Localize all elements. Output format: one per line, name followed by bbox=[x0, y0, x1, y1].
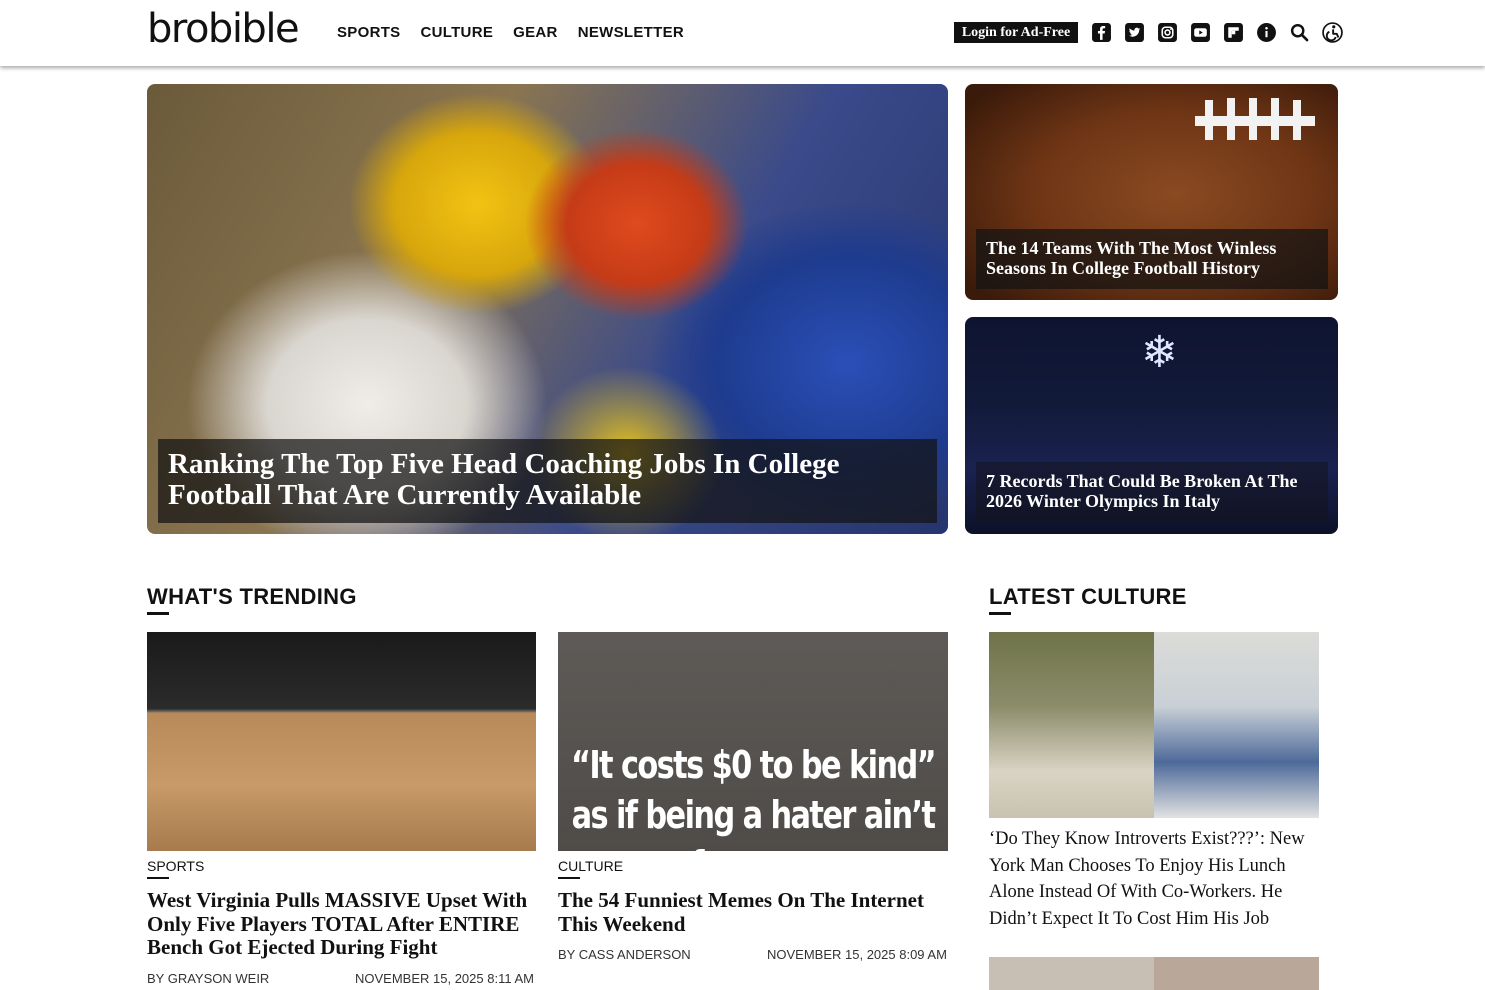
site-logo[interactable]: brobible bbox=[147, 6, 300, 52]
latest-culture-article-1-image[interactable] bbox=[989, 632, 1319, 818]
latest-culture-title-underline bbox=[989, 612, 1011, 615]
trending-article-1-author[interactable]: BY GRAYSON WEIR bbox=[147, 971, 269, 986]
login-ad-free-button[interactable]: Login for Ad-Free bbox=[954, 22, 1078, 43]
social-icons bbox=[1090, 21, 1344, 44]
hero-side-1-title[interactable]: The 14 Teams With The Most Winless Seaso… bbox=[976, 229, 1328, 289]
trending-title-underline bbox=[147, 612, 169, 615]
accessibility-icon[interactable] bbox=[1321, 21, 1344, 44]
trending-article-1-image[interactable] bbox=[147, 632, 536, 851]
nav-gear[interactable]: GEAR bbox=[513, 24, 558, 41]
trending-article-2-headline[interactable]: The 54 Funniest Memes On The Internet Th… bbox=[558, 888, 950, 936]
twitter-icon[interactable] bbox=[1123, 21, 1146, 44]
latest-culture-article-1-headline[interactable]: ‘Do They Know Introverts Exist???’: New … bbox=[989, 826, 1319, 932]
search-icon[interactable] bbox=[1288, 21, 1311, 44]
football-laces-image bbox=[1195, 98, 1315, 140]
info-icon[interactable] bbox=[1255, 21, 1278, 44]
trending-article-2-image[interactable]: “It costs $0 to be kind” as if being a h… bbox=[558, 632, 948, 851]
trending-article-1-headline[interactable]: West Virginia Pulls MASSIVE Upset With O… bbox=[147, 888, 539, 960]
main-nav: SPORTS CULTURE GEAR NEWSLETTER bbox=[337, 24, 684, 41]
trending-article-1-category[interactable]: SPORTS bbox=[147, 858, 204, 874]
hero-main-card[interactable]: Ranking The Top Five Head Coaching Jobs … bbox=[147, 84, 948, 534]
trending-article-2-author[interactable]: BY CASS ANDERSON bbox=[558, 947, 691, 962]
nav-newsletter[interactable]: NEWSLETTER bbox=[578, 24, 684, 41]
latest-culture-section-title: LATEST CULTURE bbox=[989, 584, 1187, 609]
trending-section-title: WHAT'S TRENDING bbox=[147, 584, 357, 609]
category-underline bbox=[558, 877, 580, 879]
category-underline bbox=[147, 877, 169, 879]
instagram-icon[interactable] bbox=[1156, 21, 1179, 44]
nav-sports[interactable]: SPORTS bbox=[337, 24, 400, 41]
snowflake-icon: ❄ bbox=[1141, 328, 1178, 377]
trending-article-2-date: NOVEMBER 15, 2025 8:09 AM bbox=[767, 947, 947, 962]
meme-caption: “It costs $0 to be kind” as if being a h… bbox=[570, 743, 937, 851]
youtube-icon[interactable] bbox=[1189, 21, 1212, 44]
hero-side-card-1[interactable]: The 14 Teams With The Most Winless Seaso… bbox=[965, 84, 1338, 300]
nav-culture[interactable]: CULTURE bbox=[420, 24, 493, 41]
trending-article-2-category[interactable]: CULTURE bbox=[558, 858, 623, 874]
site-header: brobible SPORTS CULTURE GEAR NEWSLETTER … bbox=[0, 0, 1485, 66]
latest-culture-article-2-image[interactable] bbox=[989, 957, 1319, 990]
hero-main-title[interactable]: Ranking The Top Five Head Coaching Jobs … bbox=[158, 439, 937, 523]
hero-side-card-2[interactable]: ❄ 7 Records That Could Be Broken At The … bbox=[965, 317, 1338, 534]
flipboard-icon[interactable] bbox=[1222, 21, 1245, 44]
hero-side-2-title[interactable]: 7 Records That Could Be Broken At The 20… bbox=[976, 462, 1328, 522]
facebook-icon[interactable] bbox=[1090, 21, 1113, 44]
trending-article-1-date: NOVEMBER 15, 2025 8:11 AM bbox=[355, 971, 534, 986]
